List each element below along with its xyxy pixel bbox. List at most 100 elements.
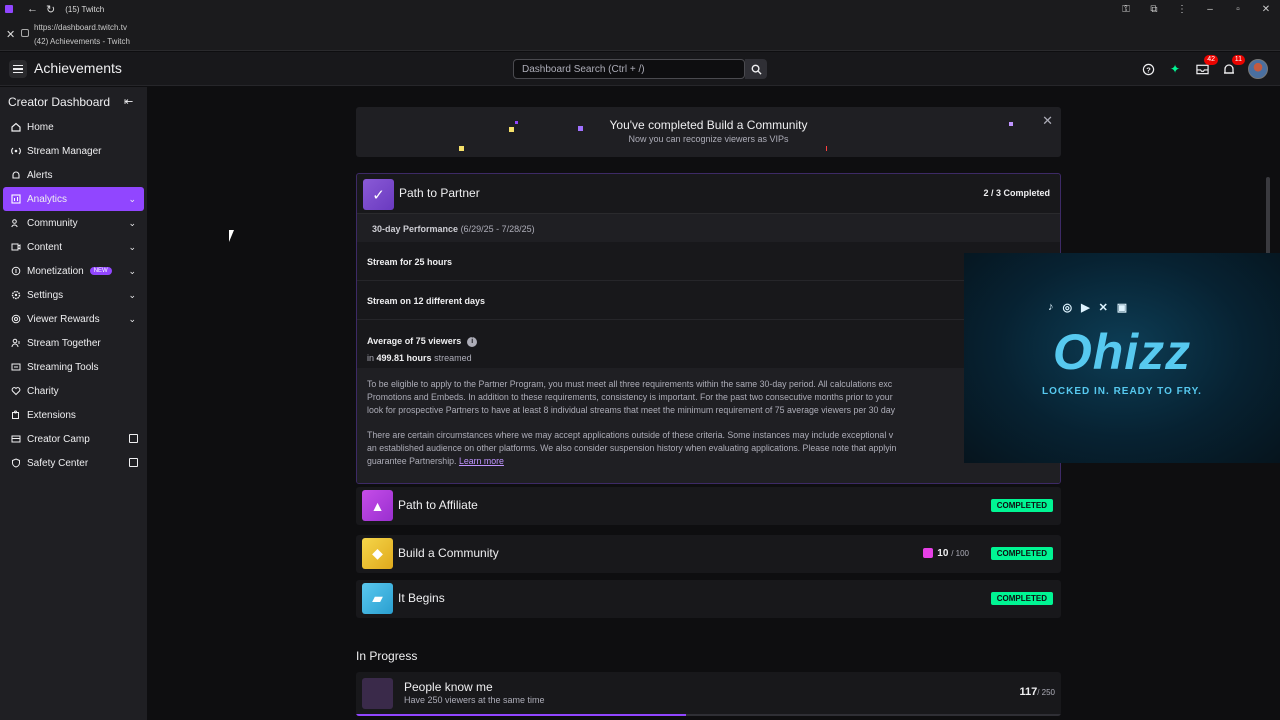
sidebar-item-stream-manager[interactable]: Stream Manager [3,139,144,163]
sidebar-item-label: Stream Together [27,337,101,349]
sidebar-item-label: Analytics [27,193,68,205]
sparkle-icon[interactable]: ✦ [1167,61,1183,77]
achievement-subtitle: Have 250 viewers at the same time [404,695,545,705]
chevron-down-icon: ⌄ [128,266,136,276]
progress-count-value: 117 [1019,686,1038,698]
learn-more-link[interactable]: Learn more [459,456,504,466]
sidebar-item-label: Community [27,217,78,229]
camp-icon [11,434,21,444]
achievement-title: Build a Community [398,546,499,560]
search-icon [751,64,762,75]
money-icon [11,266,21,276]
twitch-icon: ▣ [1116,302,1128,314]
progress-bar-fill [356,714,686,716]
dashboard-topnav: Achievements Dashboard Search (Ctrl + /)… [0,52,1280,86]
progress-count-total: / 250 [1037,688,1055,697]
reload-icon[interactable]: ↻ [46,3,55,16]
broadcast-icon [11,146,21,156]
avatar[interactable] [1248,59,1268,79]
close-window-icon[interactable]: ✕ [1252,4,1280,15]
popup-window-bar: ✕ https://dashboard.twitch.tv (42) Achie… [0,18,1280,51]
completed-badge: COMPLETED [990,592,1053,605]
description-line: There are certain circumstances where we… [367,430,894,440]
sidebar-item-label: Extensions [27,409,76,421]
menu-icon[interactable] [9,60,27,78]
notifications-icon[interactable]: 11 [1221,55,1245,77]
sidebar-item-label: Stream Manager [27,145,102,157]
chevron-down-icon: ⌄ [128,290,136,300]
sidebar-item-charity[interactable]: Charity [3,379,144,403]
browser-titlebar: ← ↻ (15) Twitch ⚿ ⧉ ⋮ – ▫ ✕ [0,0,1280,18]
key-icon[interactable]: ⚿ [1112,4,1140,15]
tab-title[interactable]: (15) Twitch [65,5,104,14]
achievement-title: Path to Affiliate [398,498,478,512]
in-progress-heading: In Progress [356,649,418,663]
sidebar-item-label: Home [27,121,54,133]
sidebar-item-alerts[interactable]: Alerts [3,163,144,187]
average-viewers-subtext: in 499.81 hours streamed [367,353,472,363]
sidebar-item-home[interactable]: Home [3,115,144,139]
dashboard-search-input[interactable]: Dashboard Search (Ctrl + /) [513,59,745,79]
sidebar-item-creator-camp[interactable]: Creator Camp [3,427,144,451]
checkmark-icon: ✓ [363,179,394,210]
path-to-partner-card: ✓ Path to Partner 2 / 3 Completed 30-day… [356,173,1061,484]
inbox-icon[interactable]: 42 [1194,55,1218,77]
gear-icon [11,290,21,300]
partner-progress-count: 2 / 3 Completed [983,188,1050,198]
sidebar-item-label: Monetization [27,265,84,277]
achievement-build-a-community[interactable]: ◆ Build a Community 10 / 100 COMPLETED [356,535,1061,573]
collapse-sidebar-icon[interactable]: ⇤ [124,95,133,108]
sidebar-item-settings[interactable]: Settings ⌄ [3,283,144,307]
sidebar-item-viewer-rewards[interactable]: Viewer Rewards ⌄ [3,307,144,331]
inbox-badge: 42 [1204,55,1218,65]
performance-period: 30-day Performance (6/29/25 - 7/28/25) [357,214,1060,242]
heart-icon [923,548,934,559]
back-arrow-icon[interactable]: ← [27,3,38,15]
instagram-icon: ◎ [1062,302,1073,314]
graduation-cap-icon: ▰ [362,583,393,614]
performance-label: 30-day Performance [372,224,459,234]
sidebar-item-stream-together[interactable]: Stream Together [3,331,144,355]
path-to-partner-header[interactable]: ✓ Path to Partner 2 / 3 Completed [357,174,1060,214]
social-icons: ♪ ◎ ▶ ✕ ▣ [1048,301,1127,314]
creator-dashboard-sidebar: Creator Dashboard ⇤ Home Stream Manager … [0,87,147,720]
sidebar-item-extensions[interactable]: Extensions [3,403,144,427]
sidebar-item-safety-center[interactable]: Safety Center [3,451,144,475]
minimize-icon[interactable]: – [1196,4,1224,15]
confetti [459,146,464,151]
sidebar-item-monetization[interactable]: Monetization NEW ⌄ [3,259,144,283]
progress-bar [356,714,1061,716]
description-line: To be eligible to apply to the Partner P… [367,379,893,389]
sidebar-item-analytics[interactable]: Analytics ⌄ [3,187,144,211]
sidebar-item-streaming-tools[interactable]: Streaming Tools [3,355,144,379]
sidebar-item-label: Streaming Tools [27,361,99,373]
chevron-down-icon: ⌄ [128,194,136,204]
description-line: Promotions and Embeds. In addition to th… [367,392,893,402]
site-info-icon[interactable] [21,29,29,37]
community-count-total: / 100 [951,549,969,558]
x-icon: ✕ [1098,302,1108,314]
maximize-icon[interactable]: ▫ [1224,4,1252,15]
search-button[interactable] [745,59,767,79]
sidebar-item-community[interactable]: Community ⌄ [3,211,144,235]
more-menu-icon[interactable]: ⋮ [1168,4,1196,15]
help-icon[interactable]: ? [1140,61,1156,77]
main-content: You've completed Build a Community Now y… [147,87,1280,720]
achievement-people-know-me[interactable]: People know me Have 250 viewers at the s… [356,672,1061,716]
external-link-icon [129,458,138,467]
people-know-me-icon [362,678,393,709]
sidebar-item-content[interactable]: Content ⌄ [3,235,144,259]
notifications-badge: 11 [1231,55,1245,65]
extensions-icon[interactable]: ⧉ [1140,4,1168,15]
description-line: look for prospective Partners to have at… [367,405,896,415]
close-banner-icon[interactable]: ✕ [1042,113,1053,129]
partner-requirements-description: To be eligible to apply to the Partner P… [357,368,1060,483]
info-icon[interactable]: i [467,336,478,347]
sidebar-item-label: Alerts [27,169,53,181]
home-icon [11,122,21,132]
close-popup-icon[interactable]: ✕ [6,28,15,41]
people-icon [11,338,21,348]
achievement-path-to-affiliate[interactable]: ▲ Path to Affiliate COMPLETED [356,487,1061,525]
hours-prefix: in [367,353,375,363]
achievement-it-begins[interactable]: ▰ It Begins COMPLETED [356,580,1061,618]
